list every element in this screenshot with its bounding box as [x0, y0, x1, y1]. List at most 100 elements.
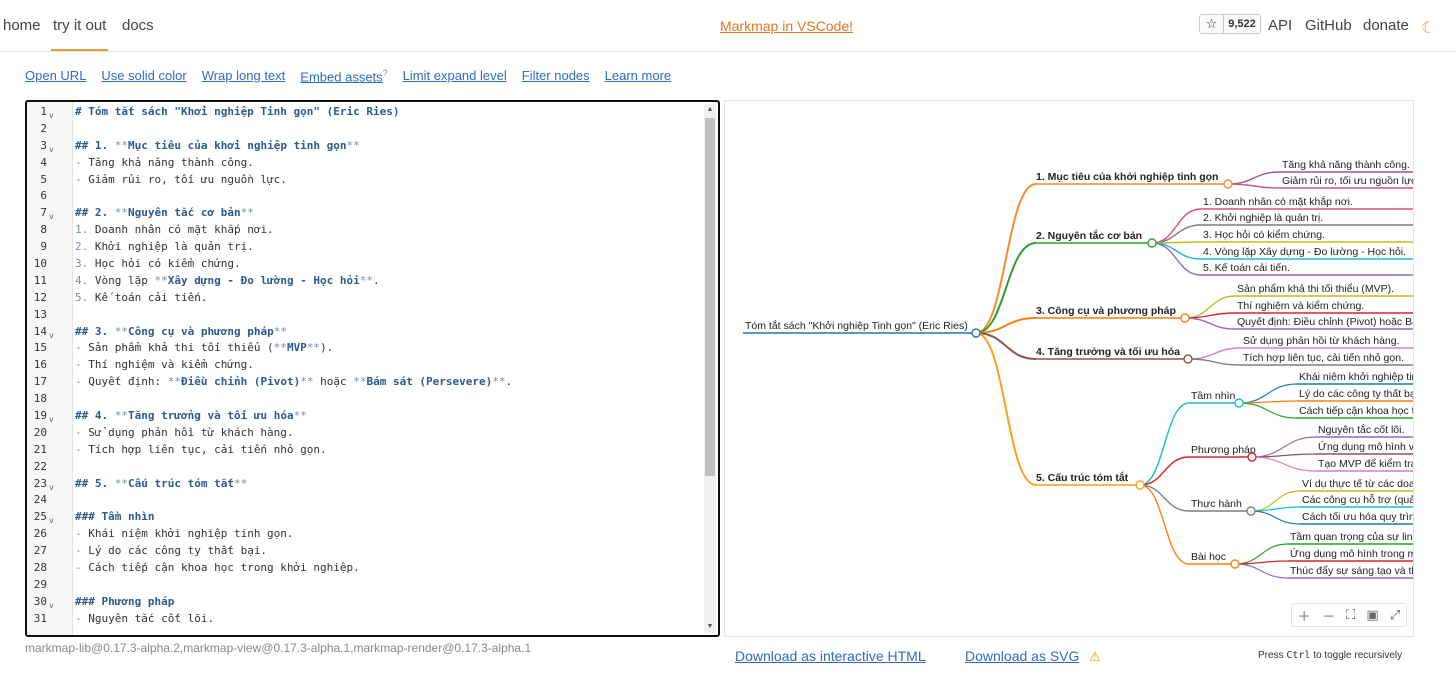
scroll-up-arrow-icon[interactable]: ▲ [704, 104, 716, 116]
theme-toggle-moon-icon[interactable]: ☾ [1421, 18, 1435, 38]
limit-expand-level-link[interactable]: Limit expand level [403, 68, 507, 84]
editor-line[interactable]: 7 v ## 2. **Nguyên tắc cơ bản** [27, 205, 707, 222]
mindmap-link [975, 332, 1037, 486]
editor-line[interactable]: 24 [27, 492, 707, 509]
editor-line[interactable]: 13 [27, 307, 707, 324]
nav-home[interactable]: home [3, 17, 41, 34]
code-token: - [75, 155, 89, 169]
mindmap-node-toggle[interactable] [1230, 559, 1240, 569]
download-html-link[interactable]: Download as interactive HTML [735, 648, 926, 664]
editor-line[interactable]: 15- Sản phẩm khả thi tối thiểu (**MVP**)… [27, 340, 707, 357]
editor-line[interactable]: 6 [27, 188, 707, 205]
editor-line[interactable]: 18 [27, 391, 707, 408]
mindmap-link [1184, 312, 1236, 319]
nav-docs[interactable]: docs [122, 17, 154, 34]
editor-line[interactable]: 14 v ## 3. **Công cụ và phương pháp** [27, 324, 707, 341]
mindmap-node-toggle[interactable] [1183, 354, 1193, 364]
editor-scrollbar[interactable]: ▲ ▼ [704, 104, 716, 633]
zoom-out-icon[interactable]: － [1322, 606, 1335, 625]
toggle-recursive-icon[interactable]: ▣ [1366, 607, 1378, 623]
editor-line[interactable]: 22 [27, 459, 707, 476]
code-area[interactable]: 1 v # Tóm tắt sách "Khởi nghiệp Tinh gọn" … [27, 104, 707, 628]
mindmap-node-toggle[interactable] [1180, 313, 1190, 323]
filter-nodes-link[interactable]: Filter nodes [522, 68, 590, 84]
code-token: Tăng khả năng thành công. [88, 155, 254, 169]
editor-line[interactable]: 19 v ## 4. **Tăng trưởng và tối ưu hóa** [27, 408, 707, 425]
mindmap-node-toggle[interactable] [1147, 238, 1157, 248]
embed-assets-help-icon[interactable]: ? [383, 68, 388, 78]
mindmap-view[interactable]: Tóm tắt sách "Khởi nghiệp Tinh gọn" (Eri… [724, 100, 1414, 637]
line-text: - Khái niệm khởi nghiệp tinh gọn. [75, 526, 294, 543]
scroll-thumb[interactable] [705, 118, 715, 476]
editor-line[interactable]: 9 2. Khởi nghiệp là quản trị. [27, 239, 707, 256]
editor-line[interactable]: 31 - Nguyên tắc cốt lõi. [27, 611, 707, 628]
fit-icon[interactable]: ⛶ [1346, 607, 1355, 623]
mindmap-node-toggle[interactable] [1234, 398, 1244, 408]
line-number: 22 [33, 459, 47, 473]
line-number: 15 [33, 341, 47, 355]
editor-line[interactable]: 3 v ## 1. **Mục tiêu của khởi nghiệp tinh … [27, 138, 707, 155]
editor-line[interactable]: 11 4. Vòng lặp **Xây dựng - Đo lường - Họ… [27, 273, 707, 290]
line-text: - Quyết định: **Điều chỉnh (Pivot)** hoặ… [75, 374, 512, 391]
code-token: Giảm rủi ro, tối ưu nguồn lực. [88, 172, 287, 186]
download-svg-link[interactable]: Download as SVG [965, 648, 1079, 664]
editor-line[interactable]: 25 v ### Tầm nhìn [27, 509, 707, 526]
line-text: - Lý do các công ty thất bại. [75, 543, 267, 560]
zoom-in-icon[interactable]: ＋ [1298, 606, 1311, 625]
code-token: - [75, 425, 89, 439]
editor-line[interactable]: 17 - Quyết định: **Điều chỉnh (Pivot)** h… [27, 374, 707, 391]
mindmap-link [1151, 224, 1202, 244]
scroll-down-arrow-icon[interactable]: ▼ [704, 621, 716, 633]
editor-line[interactable]: 30 v ### Phương pháp [27, 594, 707, 611]
nav-donate[interactable]: donate [1363, 17, 1409, 34]
star-count: 9,522 [1228, 18, 1256, 30]
wrap-long-text-link[interactable]: Wrap long text [202, 68, 286, 84]
mindmap-node-label: Lý do các công ty thất bại. [1299, 388, 1414, 400]
editor-line[interactable]: 28 - Cách tiếp cận khoa học trong khởi ng… [27, 560, 707, 577]
mindmap-svg[interactable]: Tóm tắt sách "Khởi nghiệp Tinh gọn" (Eri… [725, 101, 1414, 637]
mindmap-node-label: Tầm quan trọng của sự linh hoạt. [1290, 531, 1414, 543]
editor-line[interactable]: 4 - Tăng khả năng thành công. [27, 155, 707, 172]
nav-try-it-out[interactable]: try it out [50, 17, 109, 51]
nav-github[interactable]: GitHub [1305, 17, 1352, 34]
editor-line[interactable]: 26 - Khái niệm khởi nghiệp tinh gọn. [27, 526, 707, 543]
editor-line[interactable]: 8 1. Doanh nhân có mặt khắp nơi. [27, 222, 707, 239]
mindmap-node-toggle[interactable] [971, 328, 981, 338]
mindmap-node-toggle[interactable] [1135, 480, 1145, 490]
learn-more-link[interactable]: Learn more [605, 68, 671, 84]
mindmap-node-toggle[interactable] [1223, 179, 1233, 189]
editor-line[interactable]: 16 - Thí nghiệm và kiểm chứng. [27, 357, 707, 374]
code-token: Công cụ và phương pháp [128, 324, 274, 338]
editor-line[interactable]: 27 - Lý do các công ty thất bại. [27, 543, 707, 560]
editor-line[interactable]: 1 v # Tóm tắt sách "Khởi nghiệp Tinh gọn" … [27, 104, 707, 121]
code-token: 4. [75, 273, 95, 287]
editor-line[interactable]: 12 5. Kế toán cải tiến. [27, 290, 707, 307]
line-number: 5 [40, 172, 47, 186]
github-star-button[interactable]: ☆ 9,522 [1199, 14, 1261, 34]
mindmap-link [1184, 317, 1236, 330]
mindmap-node-toggle[interactable] [1246, 506, 1256, 516]
editor-line[interactable]: 10 3. Học hỏi có kiểm chứng. [27, 256, 707, 273]
editor-line[interactable]: 5 - Giảm rủi ro, tối ưu nguồn lực. [27, 172, 707, 189]
use-solid-color-link[interactable]: Use solid color [101, 68, 186, 84]
line-number: 17 [33, 375, 47, 389]
nav-api[interactable]: API [1268, 17, 1292, 34]
editor-line[interactable]: 29 [27, 577, 707, 594]
editor-line[interactable]: 23 v ## 5. **Cấu trúc tóm tắt** [27, 476, 707, 493]
line-text: - Thí nghiệm và kiểm chứng. [75, 357, 254, 374]
embed-assets-link[interactable]: Embed assets [300, 69, 382, 84]
code-token: Doanh nhân có mặt khắp nơi. [94, 223, 274, 237]
fullscreen-icon[interactable]: ⤢ [1390, 607, 1400, 623]
mindmap-node-label: 4. Vòng lặp Xây dựng - Đo lường - Học hỏ… [1203, 246, 1406, 258]
open-url-link[interactable]: Open URL [25, 68, 86, 84]
markdown-editor[interactable]: 1 v # Tóm tắt sách "Khởi nghiệp Tinh gọn" … [25, 100, 720, 637]
editor-line[interactable]: 21 - Tích hợp liên tục, cải tiến nhỏ gọn. [27, 442, 707, 459]
line-text: - Giảm rủi ro, tối ưu nguồn lực. [75, 172, 287, 189]
code-token: ** [273, 341, 287, 355]
editor-line[interactable]: 2 [27, 121, 707, 138]
vscode-promo-link[interactable]: Markmap in VSCode! [720, 18, 853, 34]
line-text: ## 5. **Cấu trúc tóm tắt** [75, 476, 247, 493]
line-text: # Tóm tắt sách "Khởi nghiệp Tinh gọn" (E… [75, 104, 400, 121]
editor-line[interactable]: 20 - Sử dụng phản hồi từ khách hàng. [27, 425, 707, 442]
mindmap-node-toggle[interactable] [1247, 452, 1257, 462]
